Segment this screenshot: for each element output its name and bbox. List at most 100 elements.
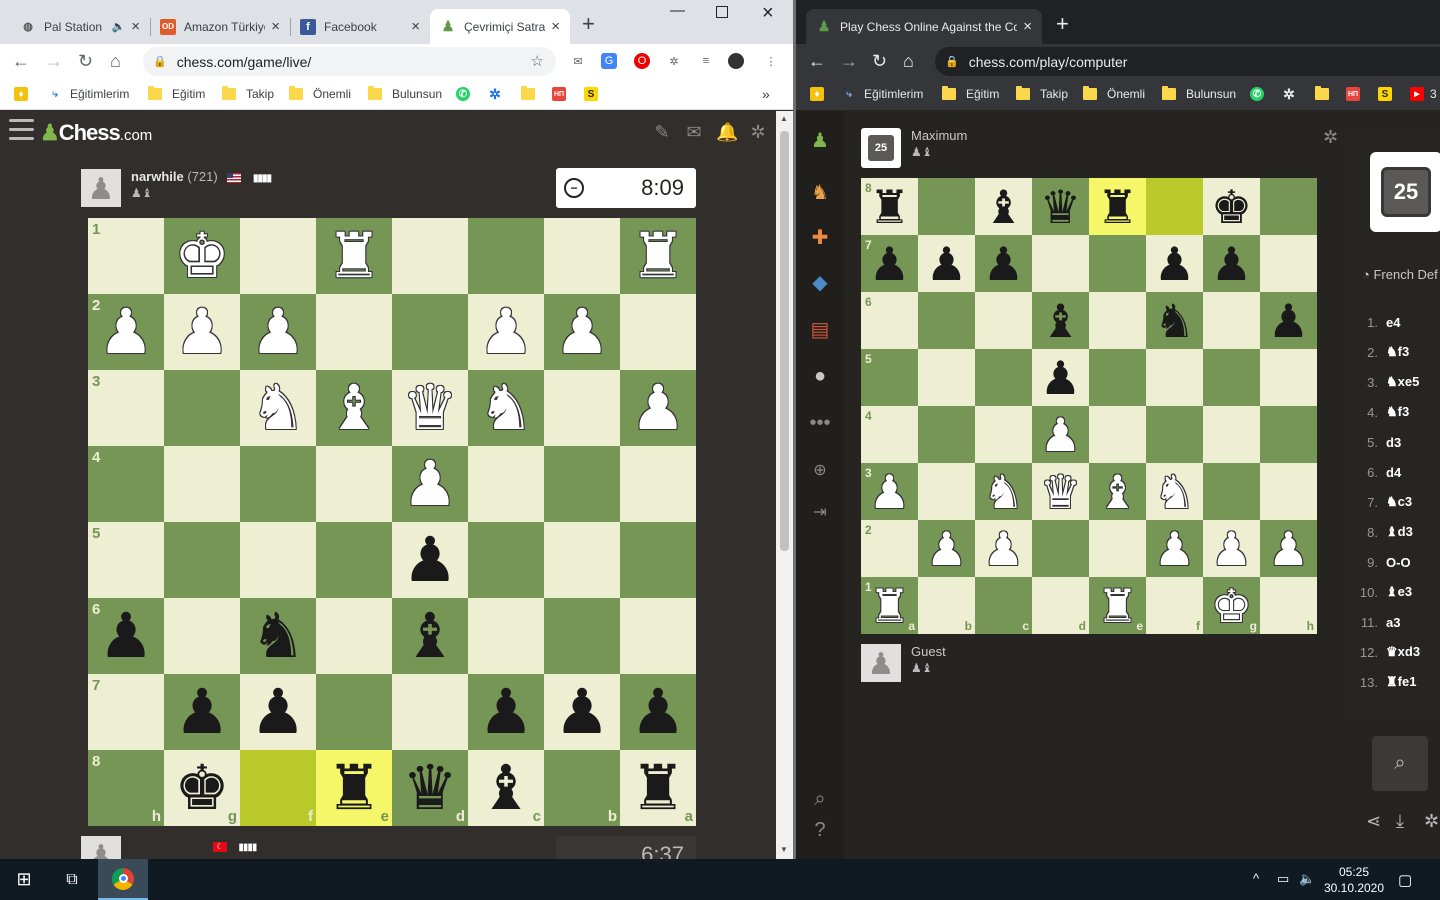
white-pawn-icon[interactable]: ♟ xyxy=(402,453,458,515)
bookmark-egitimlerim[interactable]: ⤷ Eğitimlerim xyxy=(48,85,129,103)
black-pawn-icon[interactable]: ♟ xyxy=(1154,241,1195,287)
learn-icon[interactable]: ◆ xyxy=(808,271,832,295)
move-san[interactable]: ♞f3 xyxy=(1386,404,1409,420)
tab-play-computer[interactable]: ♟ Play Chess Online Against the Co × xyxy=(806,9,1042,44)
tab-chess-live[interactable]: ♟ Çevrimiçi Satranç × xyxy=(430,9,570,44)
sign-up-icon[interactable]: ⊕ xyxy=(808,459,832,483)
board-square[interactable] xyxy=(918,178,975,235)
board-square[interactable] xyxy=(392,674,468,750)
black-queen-icon[interactable]: ♛ xyxy=(402,757,458,819)
bookmark-takip[interactable]: Takip xyxy=(222,85,274,103)
board-square[interactable]: c xyxy=(975,577,1032,634)
move-san[interactable]: ♝e3 xyxy=(1386,584,1412,600)
board-square[interactable]: ♟ xyxy=(544,294,620,370)
task-view-button[interactable]: ⧉ xyxy=(48,859,96,900)
board-square[interactable]: ♟ xyxy=(918,520,975,577)
move-row[interactable]: 10. ♝e3 xyxy=(1348,577,1440,607)
log-in-icon[interactable]: ⇥ xyxy=(808,501,832,525)
youtube-icon[interactable]: ▶ 3 xyxy=(1410,85,1437,103)
close-tab-icon[interactable]: × xyxy=(411,18,420,35)
board-square[interactable]: ♜ xyxy=(620,218,696,294)
white-bishop-icon[interactable]: ♝ xyxy=(326,377,382,439)
board-square[interactable]: ♞ xyxy=(240,370,316,446)
board-square[interactable]: ♟ xyxy=(392,522,468,598)
board-square[interactable]: 7 xyxy=(88,674,164,750)
more-icon[interactable]: ••• xyxy=(808,411,832,435)
board-square[interactable]: ♜ xyxy=(1089,178,1146,235)
board-square[interactable]: ♝ xyxy=(1089,463,1146,520)
move-row[interactable]: 6. d4 xyxy=(1348,457,1440,487)
board-square[interactable] xyxy=(918,463,975,520)
board-square[interactable] xyxy=(620,446,696,522)
bookmark-red-icon[interactable]: ΗΠ xyxy=(1346,85,1360,103)
board-square[interactable]: e ♜ xyxy=(1089,577,1146,634)
board-square[interactable]: ♜ xyxy=(316,218,392,294)
white-pawn-icon[interactable]: ♟ xyxy=(1268,526,1309,572)
chess-logo[interactable]: ♟Chess.com xyxy=(40,120,152,146)
forward-button[interactable]: → xyxy=(45,51,63,71)
address-bar[interactable]: 🔒 chess.com/game/live/ ☆ xyxy=(143,47,556,76)
board-square[interactable]: 4 xyxy=(861,406,918,463)
back-button[interactable]: ← xyxy=(12,51,30,71)
move-san[interactable]: d4 xyxy=(1386,465,1401,480)
board-square[interactable] xyxy=(620,294,696,370)
black-king-icon[interactable]: ♚ xyxy=(174,757,230,819)
move-san[interactable]: e4 xyxy=(1386,315,1400,330)
board-square[interactable] xyxy=(316,446,392,522)
move-san[interactable]: ♞xe5 xyxy=(1386,374,1419,390)
black-pawn-icon[interactable]: ♟ xyxy=(1268,298,1309,344)
white-rook-icon[interactable]: ♜ xyxy=(1097,583,1138,629)
chess-board[interactable]: 8 ♜ ♝ ♛ ♜ ♚ 7 ♟ ♟ ♟ ♟ ♟ 6 ♝ ♞ ♟ 5 ♟ 4 ♟ 3 ♟ ♞ ♛ ♝ ♞ 2 ♟ ♟ ♟ ♟ ♟ 1 a ♜ b c d e ♜… xyxy=(861,178,1317,634)
bookmark-onemli[interactable]: Önemli xyxy=(289,85,351,103)
black-rook-icon[interactable]: ♜ xyxy=(869,184,910,230)
opera-icon[interactable]: O xyxy=(634,53,650,69)
board-square[interactable] xyxy=(1260,235,1317,292)
board-square[interactable] xyxy=(1146,406,1203,463)
mail-icon[interactable]: ✉ xyxy=(570,53,586,69)
board-square[interactable]: ♟ xyxy=(240,294,316,370)
move-row[interactable]: 11. a3 xyxy=(1348,607,1440,637)
board-square[interactable]: ♝ xyxy=(392,598,468,674)
black-pawn-icon[interactable]: ♟ xyxy=(630,681,686,743)
board-square[interactable] xyxy=(164,522,240,598)
board-square[interactable] xyxy=(392,218,468,294)
move-san[interactable]: ♜fe1 xyxy=(1386,674,1416,690)
search-icon[interactable]: ⌕ xyxy=(808,787,832,811)
board-square[interactable]: 2 xyxy=(861,520,918,577)
board-square[interactable]: 3 ♟ xyxy=(861,463,918,520)
black-pawn-icon[interactable]: ♟ xyxy=(926,241,967,287)
board-square[interactable]: ♟ xyxy=(164,674,240,750)
player-name[interactable]: Maximum xyxy=(911,128,967,143)
board-square[interactable]: ♟ xyxy=(975,520,1032,577)
scrollbar-thumb[interactable] xyxy=(780,131,789,551)
black-bishop-icon[interactable]: ♝ xyxy=(983,184,1024,230)
reload-button[interactable]: ↻ xyxy=(872,51,887,71)
maximize-button[interactable] xyxy=(716,6,728,18)
board-square[interactable]: ♟ xyxy=(620,674,696,750)
board-square[interactable] xyxy=(1203,292,1260,349)
black-bishop-icon[interactable]: ♝ xyxy=(1040,298,1081,344)
black-pawn-icon[interactable]: ♟ xyxy=(402,529,458,591)
white-pawn-icon[interactable]: ♟ xyxy=(630,377,686,439)
analysis-button[interactable]: ⌕ xyxy=(1372,736,1428,791)
scroll-down-icon[interactable]: ▼ xyxy=(780,845,788,854)
bookmark-egitim[interactable]: Eğitim xyxy=(942,85,999,103)
forward-button[interactable]: → xyxy=(840,51,858,71)
black-bishop-icon[interactable]: ♝ xyxy=(478,757,534,819)
move-san[interactable]: ♞f3 xyxy=(1386,344,1409,360)
back-button[interactable]: ← xyxy=(808,51,826,71)
bookmark-onemli[interactable]: Önemli xyxy=(1083,85,1145,103)
move-san[interactable]: ♞c3 xyxy=(1386,494,1412,510)
white-knight-icon[interactable]: ♞ xyxy=(1154,469,1195,515)
move-row[interactable]: 2. ♞f3 xyxy=(1348,337,1440,367)
board-square[interactable] xyxy=(164,598,240,674)
bookmarks-overflow-button[interactable]: » xyxy=(762,85,770,103)
board-square[interactable]: ♝ xyxy=(975,178,1032,235)
board-square[interactable]: f xyxy=(1146,577,1203,634)
menu-icon[interactable]: ⋮ xyxy=(763,53,779,69)
black-pawn-icon[interactable]: ♟ xyxy=(554,681,610,743)
chess-board[interactable]: 1 ♚ ♜ ♜ 2 ♟ ♟ ♟ ♟ ♟ 3 ♞ ♝ ♛ ♞ ♟ 4 ♟ 5 ♟ 6 ♟ ♞ ♝ 7 ♟ ♟ ♟ ♟ ♟ 8 h g ♚ f e ♜ d ♛ c… xyxy=(88,218,696,826)
settings-bookmark-icon[interactable]: ✲ xyxy=(1282,85,1296,103)
black-rook-icon[interactable]: ♜ xyxy=(1097,184,1138,230)
board-square[interactable] xyxy=(1203,406,1260,463)
